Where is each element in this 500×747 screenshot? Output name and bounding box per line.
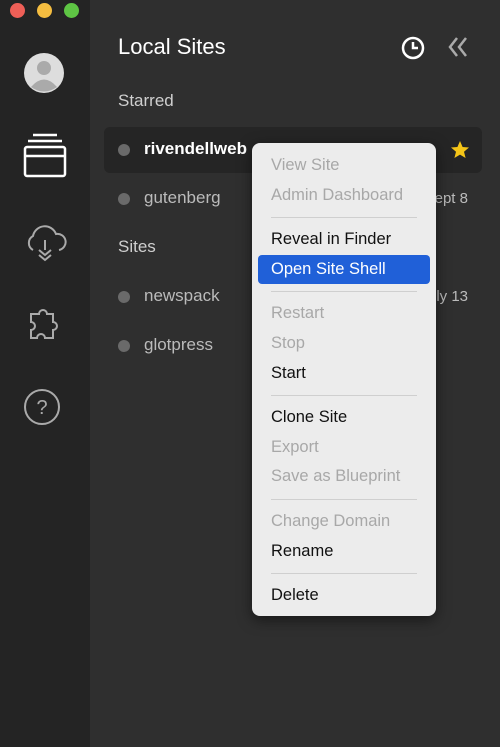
menu-separator [271,573,417,575]
menu-separator [271,498,417,500]
local-sites-icon[interactable] [23,132,67,178]
help-icon[interactable]: ? [23,388,63,428]
page-title: Local Sites [118,34,226,59]
menu-separator [271,217,417,219]
site-name: rivendellweb [144,139,247,158]
zoom-window-button[interactable] [64,3,79,18]
menu-item-reveal-in-finder[interactable]: Reveal in Finder [258,225,430,255]
menu-item-change-domain: Change Domain [271,511,391,530]
clock-icon[interactable] [401,36,425,60]
status-dot [118,193,130,205]
menu-separator [271,395,417,397]
addons-puzzle-icon[interactable] [23,302,67,344]
site-date: ept 8 [434,190,468,207]
avatar[interactable] [23,52,65,94]
menu-item-start[interactable]: Start [258,359,430,389]
menu-item-save-as-blueprint: Save as Blueprint [271,467,401,486]
menu-item-export: Export [271,437,319,456]
cloud-download-icon[interactable] [23,222,67,262]
menu-item-stop: Stop [271,333,305,352]
site-name: glotpress [144,335,213,354]
menu-item-admin-dashboard: Admin Dashboard [271,185,404,204]
svg-text:?: ? [36,397,47,419]
section-sites: Sites [118,237,156,256]
menu-item-clone-site[interactable]: Clone Site [258,403,430,433]
status-dot [118,144,130,156]
sidebar-rail: ? [0,0,90,747]
site-date: ly 13 [436,288,468,305]
site-name: gutenberg [144,188,221,207]
menu-item-view-site: View Site [271,156,340,174]
star-icon[interactable] [450,140,470,160]
site-name: newspack [144,286,220,305]
menu-item-rename[interactable]: Rename [258,537,430,567]
menu-separator [271,291,417,293]
context-menu: View Site Admin Dashboard Reveal in Find… [252,143,436,616]
menu-item-delete[interactable]: Delete [258,581,430,611]
section-starred: Starred [118,91,174,110]
menu-item-restart: Restart [271,304,325,323]
close-window-button[interactable] [10,3,25,18]
minimize-window-button[interactable] [37,3,52,18]
menu-item-open-site-shell[interactable]: Open Site Shell [258,254,430,285]
status-dot [118,340,130,352]
collapse-chevrons-icon[interactable] [447,36,469,58]
status-dot [118,291,130,303]
